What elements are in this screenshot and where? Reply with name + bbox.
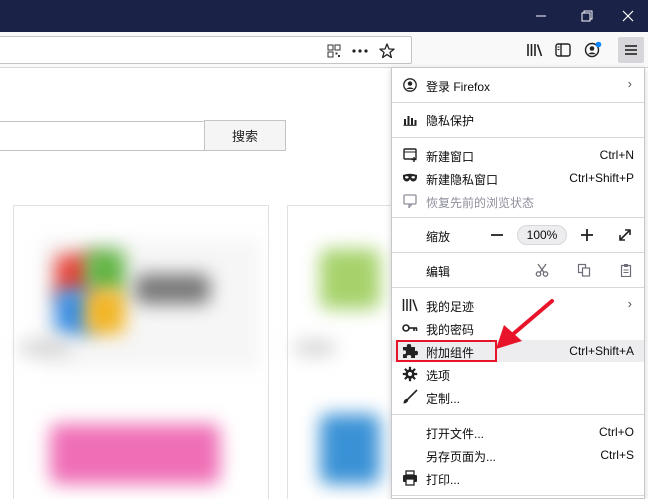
menu-separator [392, 495, 644, 496]
search-button[interactable]: 搜索 [204, 120, 286, 151]
menu-item-customize[interactable]: 定制... [392, 386, 644, 408]
menu-separator [392, 217, 644, 218]
copy-button[interactable] [576, 262, 592, 278]
menu-item-label: 打开文件... [426, 427, 485, 441]
menu-item-label: 选项 [426, 369, 451, 383]
key-icon [402, 320, 418, 336]
chevron-right-icon: › [627, 76, 632, 91]
menu-item-label: 我的密码 [426, 323, 475, 337]
menu-item-edit: 编辑 [392, 259, 644, 281]
private-mask-icon [402, 170, 418, 186]
plus-icon [581, 229, 593, 241]
account-button[interactable] [580, 37, 606, 63]
minimize-button[interactable] [518, 0, 564, 32]
menu-separator [392, 137, 644, 138]
gear-icon [402, 366, 418, 382]
menu-separator [392, 287, 644, 288]
qr-code-icon[interactable] [325, 43, 343, 59]
cut-button[interactable] [534, 262, 550, 278]
menu-item-zoom: 缩放 100% [392, 224, 644, 246]
menu-item-label: 缩放 [426, 230, 451, 244]
menu-item-label: 新建隐私窗口 [426, 173, 499, 187]
thumbnail-blur [20, 341, 70, 355]
menu-item-new-window[interactable]: 新建窗口 Ctrl+N [392, 144, 644, 166]
url-bar[interactable] [0, 36, 412, 64]
sidebar-button[interactable] [550, 37, 576, 63]
thumbnail-blur [295, 341, 335, 355]
menu-item-restore-session[interactable]: 恢复先前的浏览状态 [392, 190, 644, 212]
account-icon [584, 41, 602, 58]
minimize-icon [536, 15, 546, 17]
title-bar [0, 0, 648, 32]
clipboard-icon [620, 264, 632, 277]
menu-item-label: 打印... [426, 473, 461, 487]
chevron-right-icon: › [627, 296, 632, 311]
menu-separator [392, 102, 644, 103]
fullscreen-icon [619, 229, 631, 241]
menu-item-new-private-window[interactable]: 新建隐私窗口 Ctrl+Shift+P [392, 167, 644, 189]
app-menu-button[interactable] [618, 37, 644, 63]
menu-separator [392, 414, 644, 415]
menu-item-privacy[interactable]: 隐私保护 [392, 108, 644, 130]
zoom-in-button[interactable] [576, 224, 598, 246]
menu-item-shortcut: Ctrl+Shift+A [569, 344, 634, 358]
menu-item-label: 隐私保护 [426, 114, 475, 128]
library-button[interactable] [522, 37, 548, 63]
restore-icon [581, 10, 593, 22]
thumbnail-blur [135, 274, 210, 304]
sidebar-icon [555, 43, 571, 57]
app-menu-panel: 登录 Firefox › 隐私保护 新建窗口 Ctrl+N 新建隐私窗口 Ctr… [391, 67, 645, 499]
thumbnail-blur [50, 424, 220, 484]
search-input[interactable] [0, 121, 204, 151]
new-window-icon [402, 147, 418, 163]
thumbnail-blur [85, 249, 125, 294]
account-icon [402, 77, 418, 93]
menu-item-print[interactable]: 打印... [392, 467, 644, 489]
bookmark-star-icon[interactable] [378, 43, 396, 59]
close-button[interactable] [605, 0, 648, 32]
paste-button[interactable] [618, 262, 634, 278]
dashboard-icon [402, 111, 418, 127]
thumbnail-blur [320, 414, 380, 484]
menu-separator [392, 252, 644, 253]
menu-item-options[interactable]: 选项 [392, 363, 644, 385]
zoom-reset-button[interactable]: 100% [517, 225, 567, 245]
printer-icon [402, 470, 418, 486]
restore-session-icon [402, 193, 418, 209]
fullscreen-button[interactable] [614, 224, 636, 246]
copy-icon [577, 263, 591, 277]
menu-item-save-page[interactable]: 另存页面为... Ctrl+S [392, 444, 644, 466]
menu-item-shortcut: Ctrl+N [599, 148, 634, 162]
zoom-out-button[interactable] [486, 224, 508, 246]
annotation-arrow-icon [496, 299, 554, 349]
library-icon [402, 297, 418, 313]
thumbnail-blur [320, 249, 380, 309]
scissors-icon [535, 263, 549, 277]
menu-item-label: 恢复先前的浏览状态 [426, 196, 535, 210]
menu-item-label: 定制... [426, 392, 461, 406]
restore-button[interactable] [564, 0, 610, 32]
nav-bar [0, 32, 648, 68]
close-icon [622, 10, 634, 22]
menu-item-shortcut: Ctrl+Shift+P [569, 171, 634, 185]
menu-item-label: 另存页面为... [426, 450, 497, 464]
menu-item-label: 登录 Firefox [426, 80, 491, 94]
minus-icon [491, 234, 503, 236]
brush-icon [402, 389, 418, 405]
menu-item-signin[interactable]: 登录 Firefox › [392, 74, 644, 96]
library-icon [527, 44, 543, 57]
hamburger-icon [625, 45, 637, 55]
thumbnail-blur [85, 289, 125, 334]
menu-item-label: 编辑 [426, 265, 451, 279]
more-actions-icon[interactable] [351, 43, 369, 59]
menu-item-open-file[interactable]: 打开文件... Ctrl+O [392, 421, 644, 443]
menu-item-shortcut: Ctrl+O [598, 425, 634, 439]
menu-item-label: 新建窗口 [426, 150, 475, 164]
highlight-box [396, 340, 497, 362]
menu-item-shortcut: Ctrl+S [600, 448, 634, 462]
menu-item-label: 我的足迹 [426, 300, 475, 314]
